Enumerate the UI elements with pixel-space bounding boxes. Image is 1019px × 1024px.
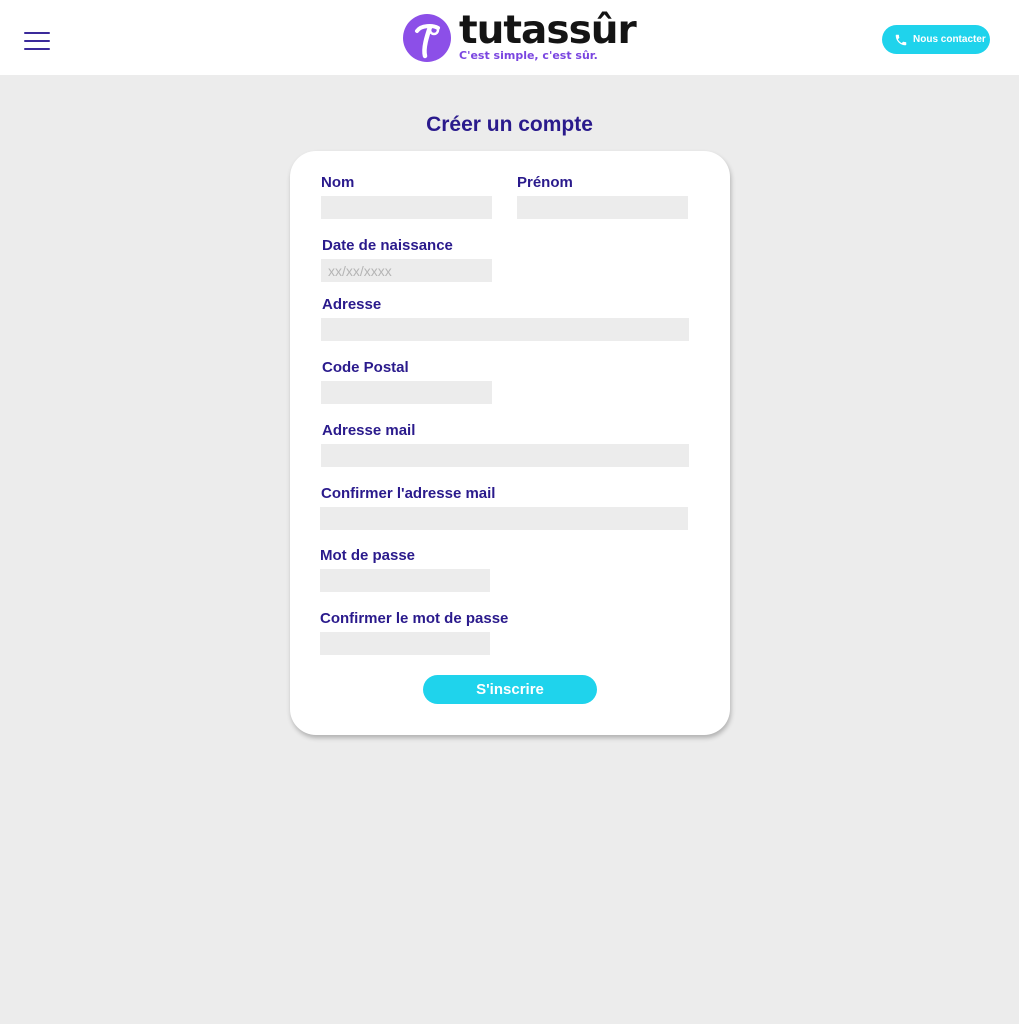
page-title: Créer un compte [426, 113, 593, 136]
confirmer-mail-input[interactable] [320, 507, 688, 530]
mot-de-passe-label: Mot de passe [320, 547, 416, 564]
prenom-input[interactable] [517, 196, 688, 219]
nom-label: Nom [321, 174, 355, 191]
prenom-label: Prénom [517, 174, 573, 191]
contact-button-label: Nous contacter [913, 34, 986, 45]
nom-input[interactable] [321, 196, 492, 219]
adresse-mail-input[interactable] [321, 444, 689, 467]
tutassur-logo-icon [403, 14, 451, 62]
date-naissance-input[interactable] [321, 259, 492, 282]
adresse-mail-label: Adresse mail [322, 422, 416, 439]
confirmer-mdp-label: Confirmer le mot de passe [320, 610, 509, 627]
adresse-input[interactable] [321, 318, 689, 341]
confirmer-mail-label: Confirmer l'adresse mail [321, 485, 496, 502]
code-postal-label: Code Postal [322, 359, 409, 376]
site-header: tutassûr C'est simple, c'est sûr. Nous c… [0, 0, 1019, 75]
phone-icon [895, 34, 907, 45]
hamburger-menu-icon[interactable] [24, 31, 50, 51]
brand-name: tutassûr [459, 8, 637, 53]
date-naissance-label: Date de naissance [322, 237, 453, 254]
brand-logo[interactable]: tutassûr C'est simple, c'est sûr. [403, 9, 637, 65]
brand-tagline: C'est simple, c'est sûr. [459, 49, 598, 62]
confirmer-mdp-input[interactable] [320, 632, 490, 655]
adresse-label: Adresse [322, 296, 382, 313]
contact-button[interactable]: Nous contacter [882, 25, 990, 54]
sinscrire-button[interactable]: S'inscrire [423, 675, 597, 704]
mot-de-passe-input[interactable] [320, 569, 490, 592]
code-postal-input[interactable] [321, 381, 492, 404]
